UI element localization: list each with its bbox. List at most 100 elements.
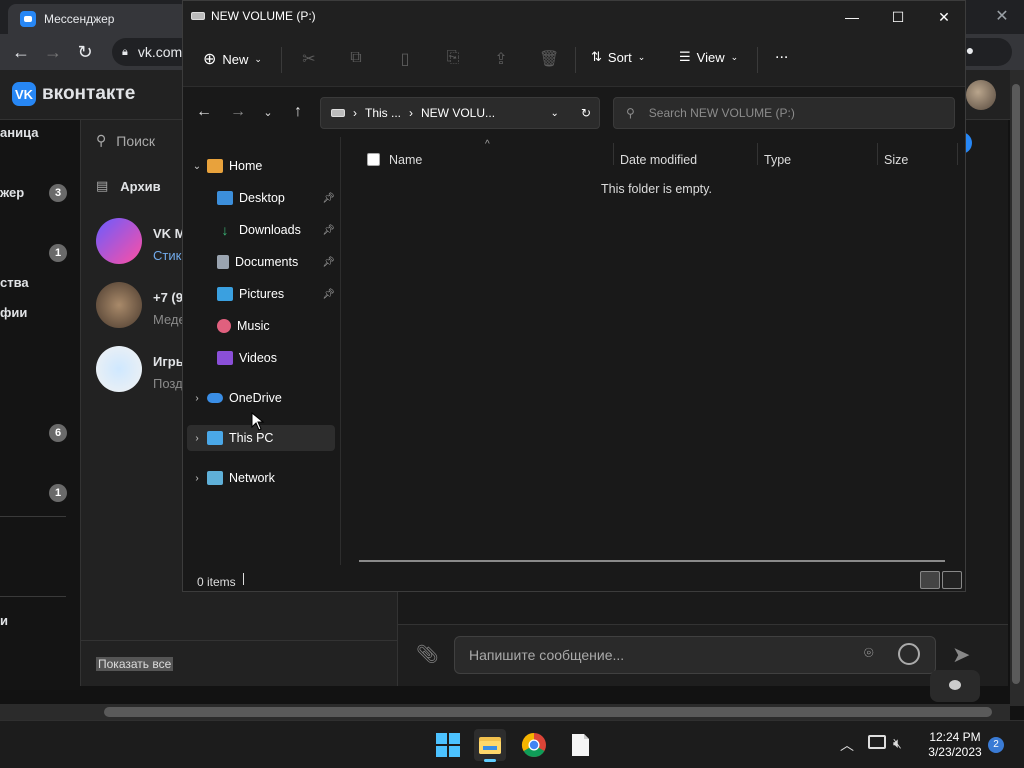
explorer-search-input[interactable]: ⚲ Search NEW VOLUME (P:): [613, 97, 955, 129]
taskbar-file-explorer[interactable]: [474, 729, 506, 762]
delete-icon[interactable]: 🗑︎: [539, 49, 559, 69]
cut-icon[interactable]: ✂: [299, 49, 319, 69]
emoji-icon[interactable]: [898, 643, 920, 665]
chrome-tab-messenger[interactable]: Мессенджер: [8, 4, 188, 34]
back-icon[interactable]: ←: [193, 103, 215, 121]
chrome-reload-icon[interactable]: ↻: [74, 42, 96, 62]
file-list[interactable]: Name ^ Date modified Type Size This fold…: [341, 137, 965, 565]
close-button[interactable]: ✕: [921, 1, 967, 33]
vk-favicon-icon: [20, 11, 36, 27]
refresh-icon[interactable]: ↻: [581, 106, 591, 120]
expand-chevron-icon[interactable]: ›: [187, 393, 207, 404]
vk-user-avatar[interactable]: [966, 80, 996, 110]
sort-button[interactable]: ⇅ Sort ⌄: [591, 49, 645, 65]
nav-item-videos[interactable]: Videos: [217, 345, 339, 371]
nav-item-downloads[interactable]: ↓ Downloads 📌︎: [217, 217, 339, 243]
breadcrumb-this-pc[interactable]: This ...: [365, 106, 401, 120]
expand-chevron-icon[interactable]: ⌄: [187, 161, 207, 172]
column-header-type[interactable]: Type: [764, 153, 791, 167]
column-header-name[interactable]: Name: [389, 153, 422, 167]
nav-item-home[interactable]: ⌄ Home: [187, 153, 339, 179]
volume-muted-icon[interactable]: 🔇︎: [893, 735, 902, 752]
vk-sidebar-item-page[interactable]: аница: [0, 125, 38, 140]
nav-item-onedrive[interactable]: › OneDrive: [187, 385, 339, 411]
nav-item-network[interactable]: › Network: [187, 465, 339, 491]
view-button[interactable]: ☰ View ⌄: [679, 49, 738, 65]
pictures-icon: [217, 287, 233, 301]
breadcrumb-volume[interactable]: NEW VOLU...: [421, 106, 495, 120]
details-view-button[interactable]: [920, 571, 940, 589]
start-button[interactable]: [432, 729, 464, 761]
camera-icon[interactable]: ⌾: [864, 645, 874, 663]
chat-preview: Позд: [153, 376, 183, 391]
address-bar[interactable]: › This ... › NEW VOLU... ⌄ ↻: [320, 97, 600, 129]
more-options-button[interactable]: ...: [775, 45, 788, 63]
search-icon: ⚲: [96, 132, 107, 148]
chat-preview: Стик: [153, 248, 182, 263]
horizontal-scrollbar[interactable]: [359, 560, 945, 562]
select-all-checkbox[interactable]: [367, 153, 380, 166]
scrollbar-thumb[interactable]: [104, 707, 992, 717]
explorer-titlebar[interactable]: NEW VOLUME (P:) — ☐ ✕: [183, 1, 965, 33]
column-separator[interactable]: [877, 143, 878, 165]
rename-icon[interactable]: ⎘: [443, 49, 463, 67]
column-separator[interactable]: [757, 143, 758, 165]
maximize-button[interactable]: ☐: [875, 1, 921, 33]
vk-search-field[interactable]: ⚲ Поиск: [96, 132, 155, 149]
forward-icon[interactable]: →: [227, 103, 249, 121]
clock-date: 3/23/2023: [928, 745, 982, 759]
share-icon[interactable]: ⇪: [491, 49, 511, 69]
copy-icon[interactable]: ⧉: [346, 49, 366, 67]
column-separator[interactable]: [613, 143, 614, 165]
vk-logo[interactable]: VK вконтакте: [12, 82, 135, 106]
scrollbar-thumb[interactable]: [1012, 84, 1020, 684]
paperclip-icon[interactable]: 📎︎: [416, 644, 440, 668]
address-dropdown-icon[interactable]: ⌄: [551, 108, 559, 119]
nav-item-documents[interactable]: Documents 📌︎: [217, 249, 339, 275]
chrome-back-icon[interactable]: ←: [10, 42, 32, 62]
nav-label: This PC: [229, 431, 274, 445]
chrome-forward-icon[interactable]: →: [42, 42, 64, 62]
vk-chat-bubble-button[interactable]: [930, 670, 980, 702]
explorer-command-bar: ⊕ New ⌄ ✂ ⧉ ▯ ⎘ ⇪ 🗑︎ ⇅ Sort ⌄ ☰ View ⌄ .…: [183, 33, 965, 87]
item-count: 0 items: [197, 575, 236, 589]
send-icon[interactable]: ➤: [952, 642, 970, 668]
up-icon[interactable]: ↑: [287, 103, 309, 121]
vk-logo-icon: VK: [12, 82, 36, 106]
pin-icon: 📌︎: [322, 288, 335, 300]
new-button[interactable]: ⊕ New ⌄: [203, 49, 262, 69]
recent-locations-icon[interactable]: ⌄: [257, 106, 279, 119]
vk-badge-count: 6: [49, 424, 67, 442]
expand-chevron-icon[interactable]: ›: [187, 473, 207, 484]
vk-sidebar-item-messenger[interactable]: жер: [0, 185, 24, 200]
sort-ascending-icon: ^: [485, 139, 490, 150]
nav-item-desktop[interactable]: Desktop 📌︎: [217, 185, 339, 211]
vk-sidebar-item-misc[interactable]: и: [0, 613, 8, 628]
explorer-status-bar: 0 items: [183, 567, 965, 591]
tray-overflow-chevron-icon[interactable]: ︿: [840, 735, 854, 755]
minimize-button[interactable]: —: [829, 1, 875, 33]
paste-icon[interactable]: ▯: [395, 49, 415, 69]
column-header-date-modified[interactable]: Date modified: [620, 153, 697, 167]
system-clock[interactable]: 12:24 PM 3/23/2023: [920, 730, 990, 760]
tiles-view-button[interactable]: [942, 571, 962, 589]
chrome-close-icon[interactable]: ✕: [992, 6, 1012, 26]
vk-show-all-label: Показать все: [96, 657, 174, 671]
vk-sidebar-item-photos[interactable]: фии: [0, 305, 27, 320]
vk-show-all[interactable]: Показать все: [80, 640, 398, 686]
expand-chevron-icon[interactable]: ›: [187, 433, 207, 444]
notification-badge[interactable]: 2: [988, 737, 1004, 753]
vk-archive-row[interactable]: ▤ Архив: [96, 178, 161, 194]
nav-item-music[interactable]: Music: [217, 313, 339, 339]
chevron-down-icon: ⌄: [730, 51, 739, 62]
network-status-icon[interactable]: [868, 735, 886, 749]
omnibox-url: vk.com: [137, 44, 183, 60]
chevron-down-icon: ⌄: [254, 53, 262, 64]
column-separator[interactable]: [957, 143, 958, 165]
chat-preview: Меде: [153, 312, 186, 327]
nav-item-pictures[interactable]: Pictures 📌︎: [217, 281, 339, 307]
taskbar-notepad[interactable]: [564, 729, 596, 761]
column-header-size[interactable]: Size: [884, 153, 908, 167]
taskbar-chrome[interactable]: [518, 729, 550, 761]
vk-sidebar-item-communities[interactable]: ства: [0, 275, 29, 290]
